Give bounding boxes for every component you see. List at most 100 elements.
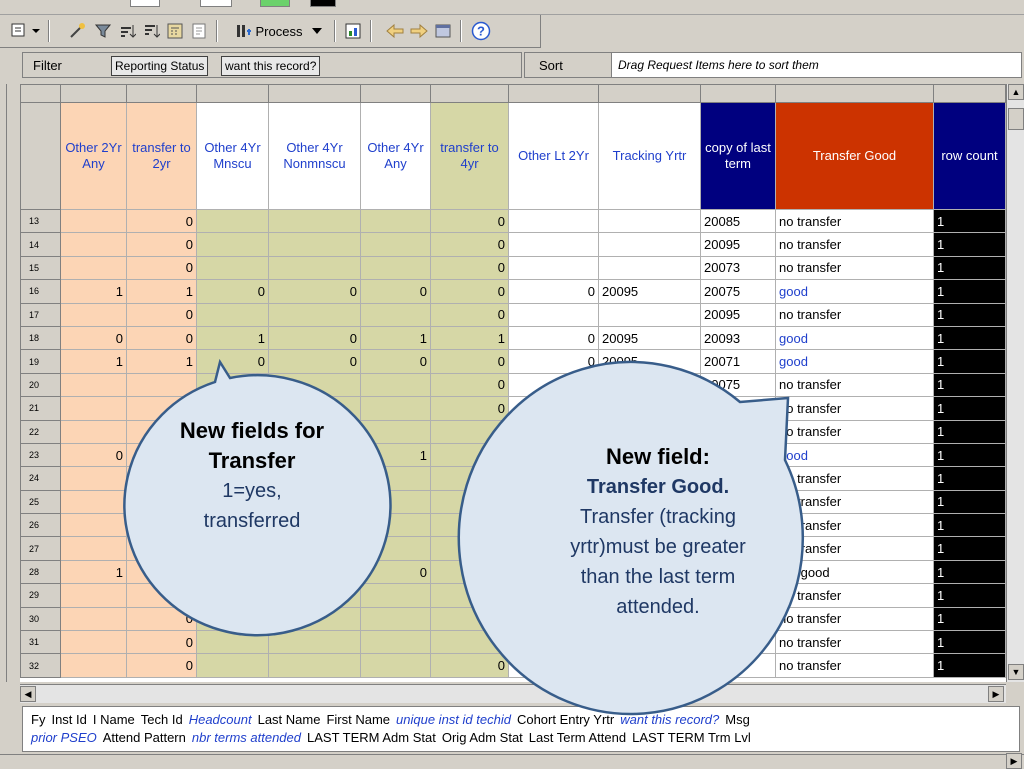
- cell-transfer-to-2yr[interactable]: 0: [126, 653, 197, 678]
- column-selector[interactable]: [268, 84, 361, 103]
- column-header-transfer-to-4yr[interactable]: transfer to 4yr: [430, 102, 509, 210]
- cell-other-4yr-mnscu[interactable]: [196, 232, 269, 257]
- cell-other-2yr-any[interactable]: [60, 583, 127, 608]
- column-header-other-4yr-mnscu[interactable]: Other 4Yr Mnscu: [196, 102, 269, 210]
- sort-descending-icon[interactable]: [140, 21, 162, 41]
- table-row[interactable]: 18 0 0 1 0 1 1 0 20095 20093 good 1: [20, 325, 1006, 351]
- cell-transfer-to-2yr[interactable]: 0: [126, 255, 197, 281]
- column-header-other-lt-2yr[interactable]: Other Lt 2Yr: [508, 102, 599, 210]
- cell-row-count[interactable]: 1: [933, 442, 1006, 468]
- cell-copy-of-last-term[interactable]: 20075: [700, 653, 776, 678]
- cell-copy-of-last-term[interactable]: 20085: [700, 208, 776, 234]
- filter-item-want-this-record[interactable]: want this record?: [221, 56, 321, 76]
- cell-other-lt-2yr[interactable]: [508, 419, 599, 444]
- horizontal-scrollbar[interactable]: ◀ ▶: [20, 684, 1006, 703]
- cell-tracking-yrtr[interactable]: 20095: [598, 279, 701, 304]
- cell-other-lt-2yr[interactable]: [508, 653, 599, 678]
- cell-transfer-to-2yr[interactable]: 0: [126, 583, 197, 608]
- cell-other-4yr-any[interactable]: 0: [360, 349, 431, 374]
- cell-transfer-to-4yr[interactable]: 0: [430, 372, 509, 398]
- row-number[interactable]: 17: [20, 302, 61, 327]
- field-chip[interactable]: unique inst id techid: [396, 712, 511, 727]
- row-number[interactable]: 13: [20, 208, 61, 234]
- table-row[interactable]: 15 0 0 20073 no transfer 1: [20, 255, 1006, 281]
- cell-copy-of-last-term[interactable]: 20075: [700, 372, 776, 398]
- cell-tracking-yrtr[interactable]: [598, 255, 701, 281]
- cell-row-count[interactable]: 1: [933, 466, 1006, 491]
- cell-other-4yr-any[interactable]: [360, 489, 431, 515]
- cell-other-4yr-mnscu[interactable]: [196, 653, 269, 678]
- cell-other-4yr-mnscu[interactable]: [196, 559, 269, 585]
- row-number[interactable]: 19: [20, 349, 61, 374]
- cell-row-count[interactable]: 1: [933, 255, 1006, 281]
- cell-other-2yr-any[interactable]: [60, 466, 127, 491]
- cell-row-count[interactable]: 1: [933, 489, 1006, 515]
- cell-other-2yr-any[interactable]: 1: [60, 349, 127, 374]
- cell-row-count[interactable]: 1: [933, 536, 1006, 561]
- cell-other-2yr-any[interactable]: [60, 396, 127, 421]
- cell-other-4yr-nonmnscu[interactable]: [268, 606, 361, 632]
- table-row[interactable]: 31 0 0 no transfer 1: [20, 630, 1006, 655]
- cell-other-2yr-any[interactable]: [60, 513, 127, 538]
- row-number[interactable]: 15: [20, 255, 61, 281]
- column-selector[interactable]: [775, 84, 934, 103]
- cell-row-count[interactable]: 1: [933, 372, 1006, 398]
- cell-other-4yr-nonmnscu[interactable]: [268, 536, 361, 561]
- vertical-scrollbar[interactable]: ▲ ▼: [1006, 84, 1024, 682]
- scroll-up-icon[interactable]: ▲: [1008, 84, 1024, 100]
- field-chip[interactable]: nbr terms attended: [192, 730, 301, 745]
- cell-tracking-yrtr[interactable]: 20095: [598, 349, 701, 374]
- column-header-other-4yr-nonmnscu[interactable]: Other 4Yr Nonmnscu: [268, 102, 361, 210]
- cell-copy-of-last-term[interactable]: 20071: [700, 349, 776, 374]
- cell-other-4yr-nonmnscu[interactable]: 0: [268, 279, 361, 304]
- cell-other-2yr-any[interactable]: [60, 255, 127, 281]
- field-chip[interactable]: Last Name: [258, 712, 321, 727]
- column-header-other-2yr-any[interactable]: Other 2Yr Any: [60, 102, 127, 210]
- row-number[interactable]: 18: [20, 325, 61, 351]
- row-number[interactable]: 23: [20, 442, 61, 468]
- cell-copy-of-last-term[interactable]: [700, 630, 776, 655]
- cell-other-4yr-mnscu[interactable]: [196, 606, 269, 632]
- cell-other-2yr-any[interactable]: 0: [60, 442, 127, 468]
- cell-transfer-to-4yr[interactable]: 1: [430, 325, 509, 351]
- column-selector[interactable]: [360, 84, 431, 103]
- cell-transfer-good[interactable]: good: [775, 325, 934, 351]
- cell-other-4yr-nonmnscu[interactable]: [268, 372, 361, 398]
- cell-row-count[interactable]: 1: [933, 606, 1006, 632]
- cell-other-2yr-any[interactable]: [60, 372, 127, 398]
- cell-transfer-to-2yr[interactable]: [126, 536, 197, 561]
- row-number[interactable]: 30: [20, 606, 61, 632]
- row-number[interactable]: 25: [20, 489, 61, 515]
- cell-other-2yr-any[interactable]: 1: [60, 559, 127, 585]
- cell-transfer-to-4yr[interactable]: [430, 536, 509, 561]
- scroll-left-icon[interactable]: ◀: [20, 686, 36, 702]
- forward-arrow-icon[interactable]: [408, 21, 430, 41]
- cell-other-4yr-any[interactable]: [360, 255, 431, 281]
- cell-row-count[interactable]: 1: [933, 513, 1006, 538]
- cell-other-4yr-mnscu[interactable]: [196, 302, 269, 327]
- cell-other-4yr-nonmnscu[interactable]: [268, 302, 361, 327]
- cell-tracking-yrtr[interactable]: [598, 653, 701, 678]
- column-header-other-4yr-any[interactable]: Other 4Yr Any: [360, 102, 431, 210]
- cell-transfer-to-4yr[interactable]: 0: [430, 208, 509, 234]
- cell-other-4yr-any[interactable]: [360, 630, 431, 655]
- cell-tracking-yrtr[interactable]: [598, 396, 701, 421]
- cell-transfer-good[interactable]: no transfer: [775, 255, 934, 281]
- cell-other-2yr-any[interactable]: 1: [60, 279, 127, 304]
- cell-other-4yr-nonmnscu[interactable]: 0: [268, 559, 361, 585]
- cell-other-4yr-any[interactable]: [360, 466, 431, 491]
- table-row[interactable]: 16 1 1 0 0 0 0 0 20095 20075 good 1: [20, 279, 1006, 304]
- cell-transfer-to-4yr[interactable]: 0: [430, 419, 509, 444]
- cell-tracking-yrtr[interactable]: [598, 232, 701, 257]
- cell-other-lt-2yr[interactable]: [508, 302, 599, 327]
- cell-transfer-to-4yr[interactable]: 0: [430, 279, 509, 304]
- field-chip[interactable]: LAST TERM Adm Stat: [307, 730, 436, 745]
- column-selector[interactable]: [598, 84, 701, 103]
- cell-other-2yr-any[interactable]: [60, 419, 127, 444]
- cell-other-4yr-nonmnscu[interactable]: [268, 653, 361, 678]
- cell-transfer-good[interactable]: no transfer: [775, 419, 934, 444]
- cell-transfer-to-4yr[interactable]: 0: [430, 232, 509, 257]
- cell-transfer-to-2yr[interactable]: 0: [126, 630, 197, 655]
- row-number[interactable]: 28: [20, 559, 61, 585]
- chart-icon[interactable]: [342, 21, 364, 41]
